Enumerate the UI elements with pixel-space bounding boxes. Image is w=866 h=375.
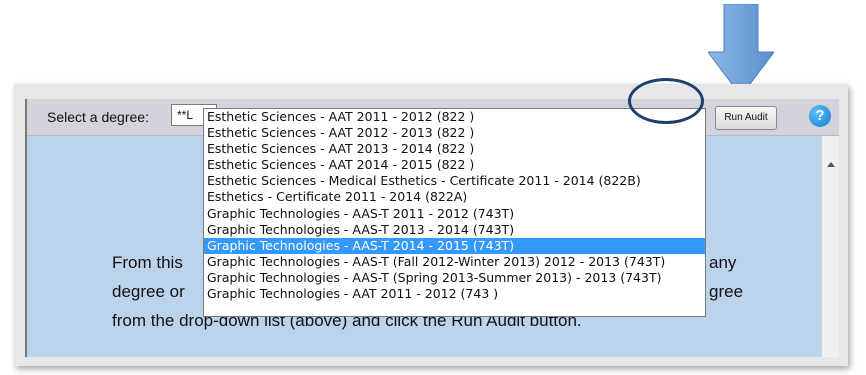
dropdown-option[interactable]: Esthetics - Certificate 2011 - 2014 (822… <box>204 189 705 205</box>
degree-dropdown-list[interactable]: Esthetic Sciences - AAT 2011 - 2012 (822… <box>203 108 706 317</box>
run-audit-button[interactable]: Run Audit <box>715 106 777 130</box>
dropdown-option[interactable]: Esthetic Sciences - AAT 2011 - 2012 (822… <box>204 109 705 125</box>
scroll-up-icon[interactable] <box>827 162 835 167</box>
dropdown-option[interactable]: Graphic Technologies - AAS-T (Spring 201… <box>204 270 705 286</box>
vertical-scrollbar[interactable] <box>821 136 839 357</box>
dropdown-option[interactable]: Graphic Technologies - AAT 2011 - 2012 (… <box>204 286 705 302</box>
select-degree-label: Select a degree: <box>47 109 149 125</box>
annotation-circle <box>628 78 704 124</box>
help-icon[interactable]: ? <box>809 105 831 127</box>
instructions-line1-start: From this <box>112 253 183 272</box>
dropdown-option[interactable]: Esthetic Sciences - AAT 2013 - 2014 (822… <box>204 141 705 157</box>
dropdown-option[interactable]: Graphic Technologies - AAS-T (Fall 2012-… <box>204 254 705 270</box>
instructions-line2-end: gree <box>709 282 744 301</box>
dropdown-option[interactable]: Graphic Technologies - AAS-T 2014 - 2015… <box>204 237 705 254</box>
dropdown-option[interactable]: Esthetic Sciences - AAT 2012 - 2013 (822… <box>204 125 705 141</box>
instructions-line1-end: any <box>709 253 737 272</box>
dropdown-option[interactable]: Graphic Technologies - AAS-T 2011 - 2012… <box>204 206 705 222</box>
dropdown-option[interactable]: Esthetic Sciences - Medical Esthetics - … <box>204 173 705 189</box>
dropdown-option[interactable]: Esthetic Sciences - AAT 2014 - 2015 (822… <box>204 157 705 173</box>
instructions-line2-start: degree or <box>112 282 185 301</box>
dropdown-option[interactable]: Graphic Technologies - AAS-T 2013 - 2014… <box>204 222 705 238</box>
